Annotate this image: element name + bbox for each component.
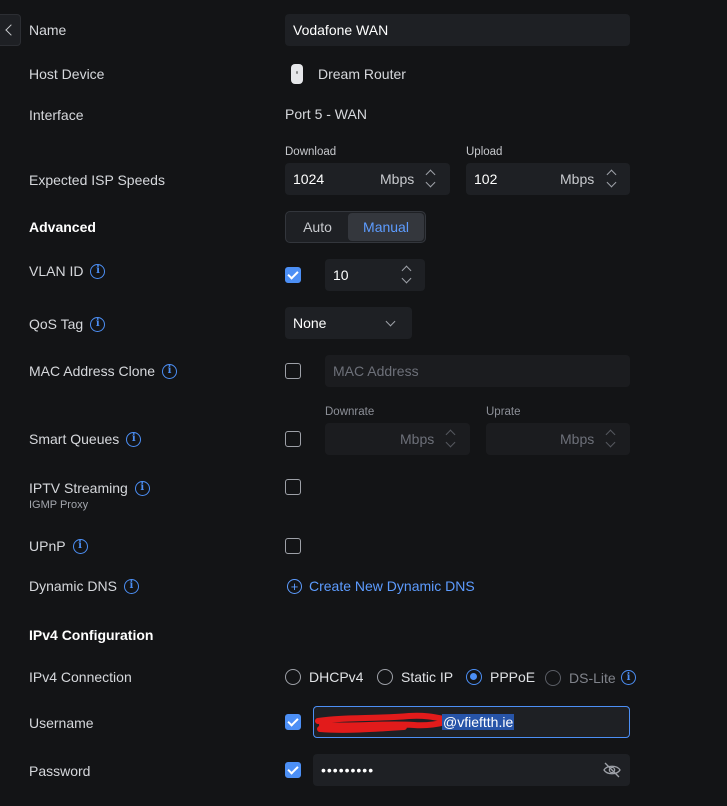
downrate-caption: Downrate bbox=[325, 406, 375, 418]
name-label: Name bbox=[29, 22, 67, 38]
radio-ds-lite-label: DS-Lite bbox=[569, 670, 616, 686]
redaction-scribble bbox=[315, 712, 449, 733]
info-icon[interactable]: i bbox=[90, 263, 106, 279]
host-device-value: Dream Router bbox=[318, 66, 406, 82]
password-label: Password bbox=[29, 763, 91, 779]
router-icon bbox=[291, 64, 303, 84]
radio-static-ip-label: Static IP bbox=[401, 669, 454, 685]
downrate-input[interactable]: Mbps bbox=[325, 423, 470, 455]
mac-clone-label: MAC Address Clone i bbox=[29, 363, 178, 379]
advanced-toggle: Auto Manual bbox=[285, 211, 426, 243]
vlan-id-label: VLAN ID i bbox=[29, 263, 106, 279]
back-button[interactable] bbox=[0, 14, 21, 46]
upnp-label: UPnP i bbox=[29, 538, 88, 554]
qos-tag-select[interactable]: None bbox=[285, 307, 412, 339]
info-icon[interactable]: i bbox=[123, 578, 139, 594]
downrate-unit: Mbps bbox=[400, 431, 435, 447]
radio-pppoe-label: PPPoE bbox=[490, 669, 536, 685]
mac-clone-checkbox[interactable] bbox=[285, 363, 301, 379]
dynamic-dns-label: Dynamic DNS i bbox=[29, 578, 139, 594]
upnp-checkbox[interactable] bbox=[285, 538, 301, 554]
uprate-caption: Uprate bbox=[486, 406, 521, 418]
upload-input[interactable]: 102 Mbps bbox=[466, 163, 630, 195]
download-input[interactable]: 1024 Mbps bbox=[285, 163, 450, 195]
advanced-label: Advanced bbox=[29, 219, 96, 235]
username-checkbox[interactable] bbox=[285, 714, 301, 730]
vlan-id-input[interactable]: 10 bbox=[325, 259, 425, 291]
create-dynamic-dns-label: Create New Dynamic DNS bbox=[309, 578, 475, 594]
info-icon[interactable]: i bbox=[134, 480, 150, 496]
info-icon[interactable]: i bbox=[126, 431, 142, 447]
info-icon[interactable]: i bbox=[621, 670, 636, 685]
download-caption: Download bbox=[285, 146, 337, 158]
advanced-manual-option[interactable]: Manual bbox=[348, 213, 424, 241]
vlan-checkbox[interactable] bbox=[285, 267, 301, 283]
smart-queues-label: Smart Queues i bbox=[29, 431, 142, 447]
radio-dhcpv4[interactable] bbox=[285, 669, 301, 685]
mac-address-placeholder: MAC Address bbox=[333, 363, 419, 379]
upload-value: 102 bbox=[474, 171, 498, 187]
plus-circle-icon: + bbox=[287, 578, 302, 594]
interface-label: Interface bbox=[29, 107, 84, 123]
upload-caption: Upload bbox=[466, 146, 503, 158]
iptv-streaming-label: IPTV Streaming i bbox=[29, 480, 150, 496]
radio-dhcpv4-label: DHCPv4 bbox=[309, 669, 364, 685]
uprate-input[interactable]: Mbps bbox=[486, 423, 630, 455]
name-input[interactable]: Vodafone WAN bbox=[285, 14, 630, 46]
interface-value: Port 5 - WAN bbox=[285, 106, 367, 122]
vlan-stepper[interactable] bbox=[401, 262, 414, 288]
smart-queues-checkbox[interactable] bbox=[285, 431, 301, 447]
mac-address-input[interactable]: MAC Address bbox=[325, 355, 630, 387]
password-checkbox[interactable] bbox=[285, 762, 301, 778]
username-input[interactable]: @vfieftth.ie bbox=[313, 706, 630, 738]
download-stepper[interactable] bbox=[425, 166, 438, 192]
downrate-stepper[interactable] bbox=[445, 426, 458, 452]
vlan-id-value: 10 bbox=[333, 267, 349, 283]
chevron-left-icon bbox=[5, 24, 17, 36]
chevron-down-icon bbox=[445, 437, 456, 448]
chevron-down-icon bbox=[401, 273, 412, 284]
chevron-down-icon bbox=[385, 316, 396, 327]
iptv-checkbox[interactable] bbox=[285, 479, 301, 495]
radio-static-ip[interactable] bbox=[377, 669, 393, 685]
ipv4-section-title: IPv4 Configuration bbox=[29, 627, 154, 643]
upload-stepper[interactable] bbox=[606, 166, 619, 192]
qos-tag-value: None bbox=[293, 315, 327, 331]
download-value: 1024 bbox=[293, 171, 325, 187]
advanced-auto-option[interactable]: Auto bbox=[287, 213, 348, 241]
create-dynamic-dns-link[interactable]: + Create New Dynamic DNS bbox=[287, 578, 475, 594]
chevron-down-icon bbox=[605, 437, 616, 448]
qos-tag-label: QoS Tag i bbox=[29, 316, 106, 332]
download-unit: Mbps bbox=[380, 171, 415, 187]
chevron-down-icon bbox=[425, 177, 436, 188]
info-icon[interactable]: i bbox=[72, 538, 88, 554]
info-icon[interactable]: i bbox=[162, 363, 178, 379]
info-icon[interactable]: i bbox=[90, 316, 106, 332]
iptv-sublabel: IGMP Proxy bbox=[29, 499, 89, 511]
isp-speeds-label: Expected ISP Speeds bbox=[29, 172, 165, 188]
username-label: Username bbox=[29, 715, 94, 731]
uprate-unit: Mbps bbox=[560, 431, 595, 447]
uprate-stepper[interactable] bbox=[605, 426, 618, 452]
chevron-down-icon bbox=[606, 177, 617, 188]
ipv4-connection-label: IPv4 Connection bbox=[29, 669, 132, 685]
name-value: Vodafone WAN bbox=[293, 22, 389, 38]
username-selected-text: @vfieftth.ie bbox=[442, 714, 515, 730]
upload-unit: Mbps bbox=[560, 171, 595, 187]
radio-ds-lite[interactable] bbox=[545, 670, 561, 686]
radio-pppoe[interactable] bbox=[466, 669, 482, 685]
password-value: ••••••••• bbox=[321, 762, 375, 778]
eye-off-icon[interactable] bbox=[603, 762, 621, 778]
password-input[interactable]: ••••••••• bbox=[313, 754, 630, 786]
host-device-label: Host Device bbox=[29, 66, 105, 82]
